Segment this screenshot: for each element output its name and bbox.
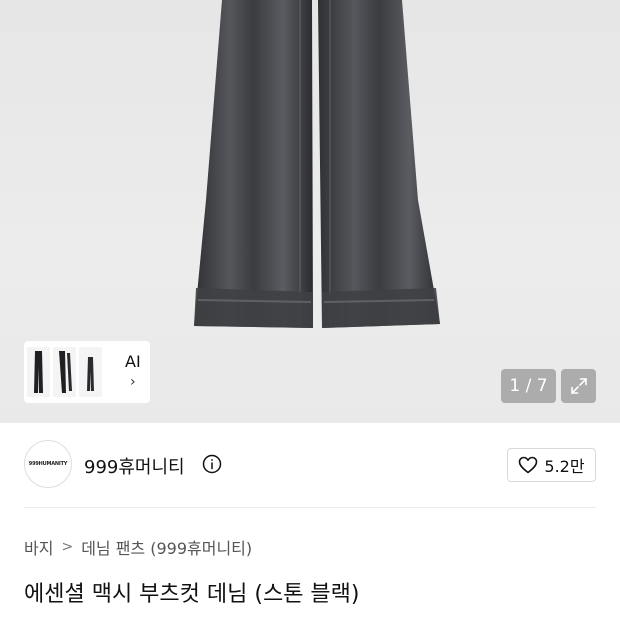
- breadcrumb-item-denim-pants[interactable]: 데님 팬츠 (999휴머니티): [81, 535, 252, 559]
- product-title: 에센셜 맥시 부츠컷 데님 (스톤 블랙): [24, 582, 360, 607]
- like-count: 5.2만: [544, 457, 585, 476]
- divider: [24, 507, 596, 508]
- brand-logo[interactable]: 999HUMANITY: [24, 440, 72, 488]
- brand-logo-text: 999HUMANITY: [28, 461, 68, 467]
- breadcrumb: 바지 > 데님 팬츠 (999휴머니티): [24, 535, 252, 559]
- ai-thumbnail-images: [27, 344, 103, 400]
- product-image-gallery[interactable]: AI › 1 / 7: [0, 0, 620, 423]
- chevron-right-icon: ›: [130, 374, 136, 390]
- brand-name[interactable]: 999휴머니티: [84, 453, 185, 479]
- ai-label: AI: [125, 352, 141, 371]
- heart-icon: [519, 456, 538, 474]
- like-button[interactable]: 5.2만: [507, 448, 596, 482]
- expand-icon: [570, 378, 587, 394]
- info-icon[interactable]: [202, 454, 222, 474]
- breadcrumb-separator: >: [61, 539, 74, 555]
- brand-row: 999HUMANITY 999휴머니티 5.2만: [0, 440, 620, 492]
- image-counter: 1 / 7: [501, 369, 556, 403]
- ai-lookbook-thumbnail[interactable]: AI ›: [24, 341, 150, 403]
- expand-button[interactable]: [561, 369, 596, 403]
- breadcrumb-item-pants[interactable]: 바지: [24, 535, 53, 559]
